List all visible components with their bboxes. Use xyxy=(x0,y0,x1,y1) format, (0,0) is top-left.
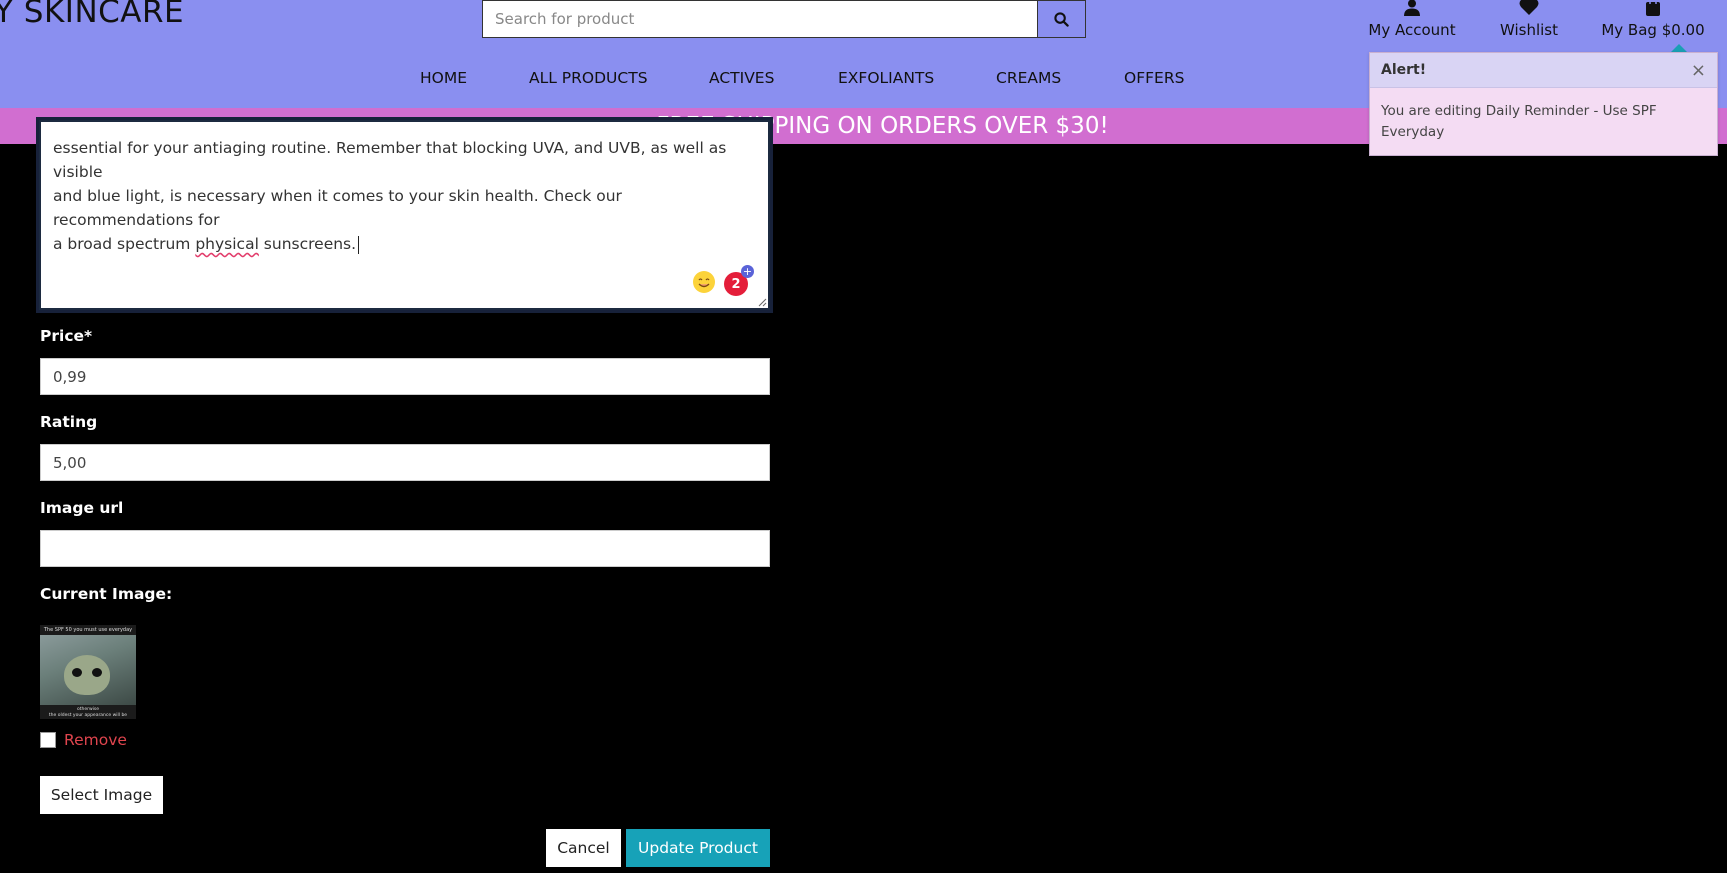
wishlist-link[interactable]: Wishlist xyxy=(1494,0,1564,39)
rating-label: Rating xyxy=(40,413,98,431)
nav-home[interactable]: HOME xyxy=(420,69,467,87)
search-input[interactable] xyxy=(482,0,1038,38)
plus-icon[interactable]: + xyxy=(741,265,754,278)
my-account-label: My Account xyxy=(1368,21,1456,39)
user-icon xyxy=(1404,0,1420,16)
resize-handle-icon[interactable] xyxy=(757,297,767,307)
description-line-3: a broad spectrum physical sunscreens. xyxy=(53,232,756,256)
emoji-icon[interactable] xyxy=(693,271,715,293)
remove-checkbox[interactable] xyxy=(40,732,56,748)
description-line-3-start: a broad spectrum xyxy=(53,235,196,253)
search-icon xyxy=(1054,11,1069,27)
thumbnail-eye-left xyxy=(72,668,82,677)
toast-header: Alert! × xyxy=(1370,53,1717,88)
current-image-label: Current Image: xyxy=(40,585,173,603)
description-line-1: essential for your antiaging routine. Re… xyxy=(53,139,727,181)
nav-offers[interactable]: OFFERS xyxy=(1124,69,1184,87)
close-icon[interactable]: × xyxy=(1691,60,1706,81)
toast-arrow xyxy=(1671,44,1687,52)
nav-actives[interactable]: ACTIVES xyxy=(709,69,774,87)
wishlist-label: Wishlist xyxy=(1499,21,1559,39)
my-account-link[interactable]: My Account xyxy=(1367,0,1457,39)
bag-label: My Bag $0.00 xyxy=(1601,21,1705,39)
toast-message: You are editing Daily Reminder - Use SPF… xyxy=(1381,103,1657,140)
thumbnail-caption-top: The SPF 50 you must use everyday xyxy=(43,627,133,633)
thumbnail-eye-right xyxy=(92,668,102,677)
alert-toast: Alert! × You are editing Daily Reminder … xyxy=(1369,52,1718,156)
update-product-button[interactable]: Update Product xyxy=(626,829,770,867)
cancel-button[interactable]: Cancel xyxy=(546,829,621,867)
search-button[interactable] xyxy=(1038,0,1086,38)
current-image-thumbnail: The SPF 50 you must use everyday otherwi… xyxy=(40,625,136,719)
thumbnail-caption-line-2: the oldest your appearance will be xyxy=(48,713,128,718)
heart-icon xyxy=(1519,0,1539,15)
nav-creams[interactable]: CREAMS xyxy=(996,69,1061,87)
toast-title: Alert! xyxy=(1381,62,1427,78)
nav-exfoliants[interactable]: EXFOLIANTS xyxy=(838,69,934,87)
price-input[interactable] xyxy=(40,358,770,395)
search-bar xyxy=(482,0,1086,38)
thumbnail-caption-bottom: otherwise the oldest your appearance wil… xyxy=(40,707,136,719)
image-url-input[interactable] xyxy=(40,530,770,567)
description-textarea[interactable]: essential for your antiaging routine. Re… xyxy=(39,120,770,310)
nav-all-products[interactable]: ALL PRODUCTS xyxy=(529,69,648,87)
text-cursor xyxy=(358,235,360,254)
brand-logo[interactable]: Y SKINCARE xyxy=(0,0,184,30)
remove-image-option[interactable]: Remove xyxy=(40,731,127,749)
thumbnail-face xyxy=(64,655,110,695)
description-line-2: and blue light, is necessary when it com… xyxy=(53,187,622,229)
shopping-bag-icon xyxy=(1646,0,1660,16)
thumbnail-picture xyxy=(40,635,136,705)
rating-input[interactable] xyxy=(40,444,770,481)
price-label: Price* xyxy=(40,327,93,345)
description-line-3-end: sunscreens. xyxy=(258,235,357,253)
remove-label: Remove xyxy=(64,731,127,749)
select-image-button[interactable]: Select Image xyxy=(40,776,163,814)
misspelled-word: physical xyxy=(195,235,259,253)
bag-link[interactable]: My Bag $0.00 xyxy=(1598,0,1708,39)
image-url-label: Image url xyxy=(40,499,124,517)
